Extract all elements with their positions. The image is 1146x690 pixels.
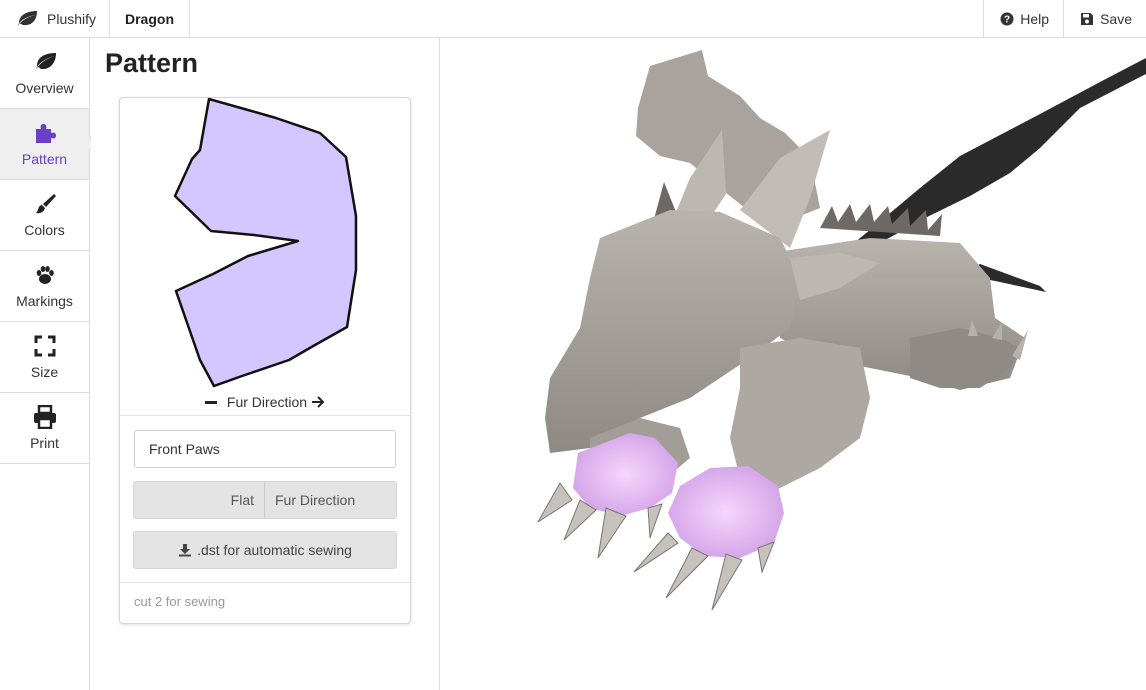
question-circle-icon: ? — [1000, 12, 1014, 25]
card-divider — [120, 415, 410, 416]
nav-label-pattern: Pattern — [21, 151, 68, 167]
nav-item-colors[interactable]: Colors — [0, 180, 89, 251]
nav-item-size[interactable]: Size — [0, 322, 89, 393]
seam-line-icon — [204, 400, 217, 404]
nav-item-overview[interactable]: Overview — [0, 38, 89, 109]
pattern-card: Fur Direction Flat Fur Direction .dst fo… — [119, 97, 411, 624]
nav-label-size: Size — [30, 364, 59, 380]
save-button[interactable]: Save — [1063, 0, 1146, 37]
dragon-model-render[interactable] — [440, 38, 1146, 690]
floppy-disk-icon — [1081, 12, 1094, 25]
leaf-logo-icon — [17, 10, 37, 27]
flat-toggle-button[interactable]: Flat — [134, 482, 265, 518]
nav-label-print: Print — [30, 435, 59, 451]
pattern-piece-preview — [173, 98, 358, 388]
pattern-piece-shape — [173, 98, 358, 388]
puzzle-icon — [35, 124, 56, 143]
nav-label-markings: Markings — [16, 293, 73, 309]
3d-viewport[interactable] — [440, 38, 1146, 690]
svg-text:?: ? — [1004, 14, 1010, 25]
help-button[interactable]: ? Help — [983, 0, 1063, 37]
fur-direction-toggle-button[interactable]: Fur Direction — [265, 482, 396, 518]
left-nav: Overview Pattern Colors Markings Size Pr… — [0, 38, 90, 690]
help-label: Help — [1020, 10, 1050, 27]
page-title: Pattern — [105, 48, 199, 78]
dragon-paw-right — [668, 466, 784, 558]
nav-label-overview: Overview — [15, 80, 74, 96]
save-label: Save — [1100, 10, 1132, 27]
nav-item-pattern[interactable]: Pattern — [0, 109, 89, 180]
piece-name-input[interactable] — [134, 430, 396, 468]
nav-item-markings[interactable]: Markings — [0, 251, 89, 322]
card-divider — [120, 582, 410, 583]
brand-link[interactable]: Plushify — [0, 0, 110, 37]
tab-dragon[interactable]: Dragon — [110, 0, 190, 37]
leaf-icon — [34, 53, 56, 71]
pattern-panel: Pattern Fur Direction Flat Fur Direction… — [91, 38, 440, 690]
download-dst-button[interactable]: .dst for automatic sewing — [133, 531, 397, 569]
arrow-right-icon — [312, 396, 325, 408]
fur-direction-legend: Fur Direction — [120, 394, 410, 410]
expand-icon — [34, 335, 55, 357]
dst-label: .dst for automatic sewing — [197, 542, 352, 558]
brand-name: Plushify — [47, 10, 97, 27]
nav-label-colors: Colors — [24, 222, 65, 238]
paw-icon — [36, 266, 54, 284]
pattern-mode-toggle: Flat Fur Direction — [133, 481, 397, 519]
nav-item-print[interactable]: Print — [0, 393, 89, 464]
printer-icon — [33, 405, 56, 429]
paintbrush-icon — [35, 194, 56, 214]
top-bar: Plushify Dragon ? Help Save — [0, 0, 1146, 38]
download-icon — [179, 544, 192, 557]
legend-label: Fur Direction — [226, 394, 308, 410]
sewing-note: cut 2 for sewing — [134, 594, 226, 609]
